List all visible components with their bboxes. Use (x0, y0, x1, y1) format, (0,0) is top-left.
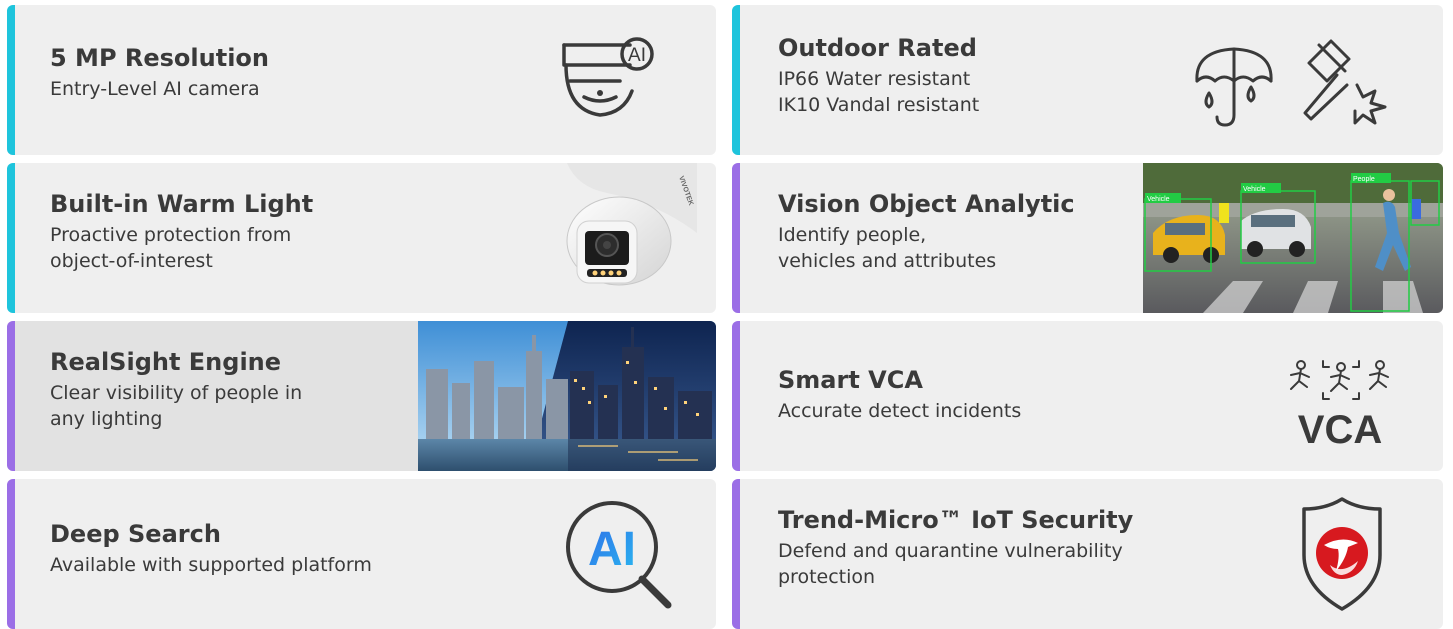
detection-label: Vehicle (1147, 196, 1170, 203)
feature-description: Entry-Level AI camera (50, 78, 260, 100)
feature-description: IP66 Water resistant IK10 Vandal resista… (778, 68, 980, 116)
feature-description: Clear visibility of people in any lighti… (50, 382, 303, 430)
feature-card-realsight: RealSight Engine Clear visibility of peo… (7, 321, 716, 471)
city-skyline-image (418, 321, 716, 471)
feature-card-warm-light: Built-in Warm Light Proactive protection… (7, 163, 716, 313)
feature-description: Identify people, vehicles and attributes (778, 224, 997, 272)
detection-label: People (1353, 176, 1375, 183)
feature-description: Defend and quarantine vulnerability prot… (778, 540, 1123, 588)
feature-card-object-analytic: Vision Object Analytic Identify people, … (732, 163, 1443, 313)
ai-badge-text: AI (628, 45, 646, 66)
ai-search-text: AI (588, 523, 636, 576)
accent-bar (7, 5, 15, 155)
detection-label: Vehicle (1243, 186, 1266, 193)
feature-card-deep-search: Deep Search Available with supported pla… (7, 479, 716, 629)
feature-card-smart-vca: Smart VCA Accurate detect incidents VCA (732, 321, 1443, 471)
feature-title: 5 MP Resolution (50, 44, 269, 72)
ai-search-icon: AI (562, 497, 677, 612)
accent-bar (732, 321, 740, 471)
feature-title: Vision Object Analytic (778, 190, 1075, 218)
feature-title: Built-in Warm Light (50, 190, 314, 218)
accent-bar (7, 479, 15, 629)
feature-title: Smart VCA (778, 366, 923, 394)
feature-card-trend-micro: Trend-Micro™ IoT Security Defend and qua… (732, 479, 1443, 629)
accent-bar (732, 5, 740, 155)
feature-title: Outdoor Rated (778, 34, 977, 62)
feature-card-resolution: 5 MP Resolution Entry-Level AI camera AI (7, 5, 716, 155)
hammer-icon (1297, 35, 1392, 130)
feature-title: Trend-Micro™ IoT Security (778, 506, 1134, 534)
vca-text: VCA (1298, 408, 1382, 449)
vca-icon: VCA (1285, 359, 1395, 449)
dome-camera-ai-icon: AI (560, 35, 660, 130)
feature-description: Available with supported platform (50, 554, 372, 576)
object-analytic-image: Vehicle Vehicle People (1143, 163, 1443, 313)
feature-title: Deep Search (50, 520, 221, 548)
feature-card-outdoor: Outdoor Rated IP66 Water resistant IK10 … (732, 5, 1443, 155)
accent-bar (7, 163, 15, 313)
accent-bar (732, 479, 740, 629)
accent-bar (7, 321, 15, 471)
turret-camera-image: VIVOTEK (547, 163, 697, 288)
feature-description: Accurate detect incidents (778, 400, 1022, 422)
trend-micro-shield-icon (1300, 495, 1384, 613)
accent-bar (732, 163, 740, 313)
umbrella-icon (1187, 41, 1282, 131)
feature-title: RealSight Engine (50, 348, 282, 376)
feature-description: Proactive protection from object-of-inte… (50, 224, 292, 272)
